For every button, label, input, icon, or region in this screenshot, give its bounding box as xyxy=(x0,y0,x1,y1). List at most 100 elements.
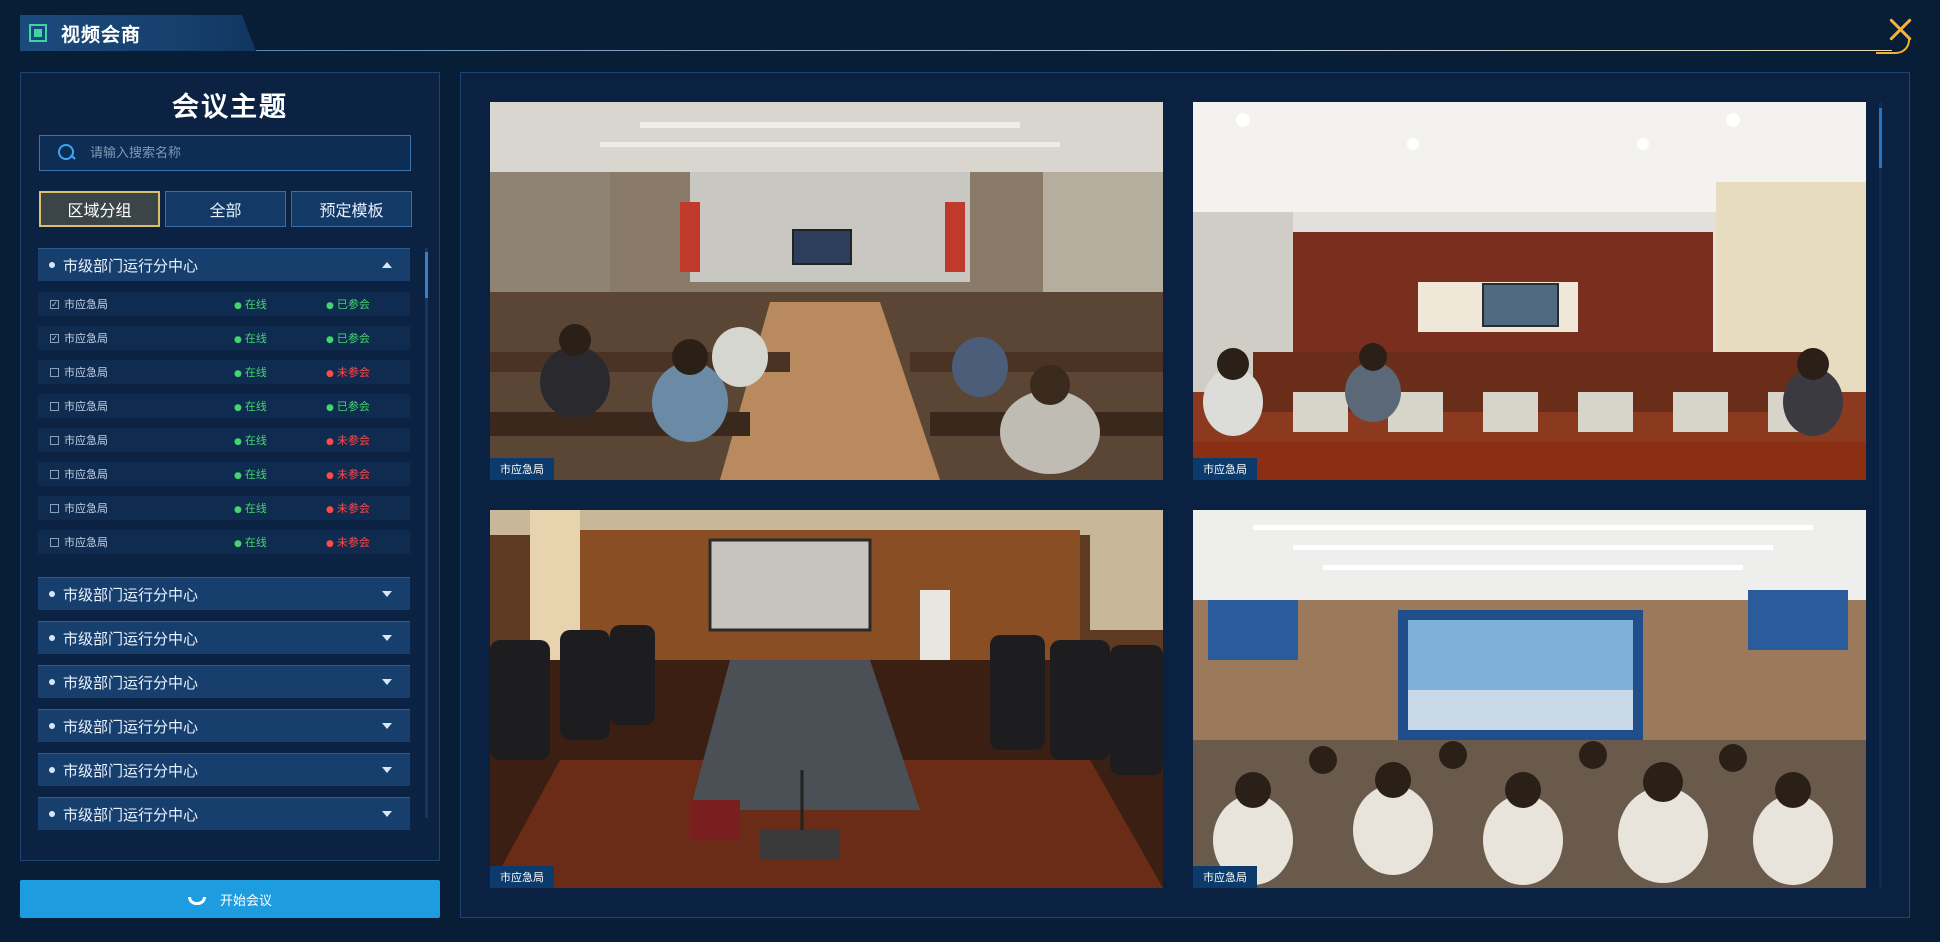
tab-all[interactable]: 全部 xyxy=(165,191,286,227)
member-name: 市应急局 xyxy=(64,502,108,515)
attendance-text: 已参会 xyxy=(336,298,370,311)
member-checkbox[interactable] xyxy=(50,537,59,547)
group-header[interactable]: 市级部门运行分中心 xyxy=(38,709,410,742)
member-row[interactable]: ✓ 市应急局 ● 在线 ● 已参会 xyxy=(38,292,410,316)
app-icon xyxy=(29,24,47,42)
member-row[interactable]: 市应急局 ● 在线 ● 未参会 xyxy=(38,428,410,452)
video-tile[interactable]: 市应急局 xyxy=(1193,102,1866,480)
attendance-status: ● 未参会 xyxy=(326,434,370,447)
search-box[interactable] xyxy=(39,135,411,171)
online-text: 在线 xyxy=(244,400,267,413)
member-checkbox[interactable] xyxy=(50,503,59,513)
chevron-up-icon[interactable] xyxy=(382,262,392,268)
bullet-icon xyxy=(49,635,55,641)
group-header[interactable]: 市级部门运行分中心 xyxy=(38,248,410,281)
member-row[interactable]: 市应急局 ● 在线 ● 未参会 xyxy=(38,462,410,486)
member-checkbox[interactable] xyxy=(50,469,59,479)
chevron-down-icon[interactable] xyxy=(382,767,392,773)
member-checkbox[interactable] xyxy=(50,401,59,411)
bullet-icon xyxy=(49,679,55,685)
attendance-text: 未参会 xyxy=(336,502,370,515)
bullet-icon xyxy=(49,262,55,268)
member-row[interactable]: 市应急局 ● 在线 ● 未参会 xyxy=(38,496,410,520)
online-text: 在线 xyxy=(244,298,267,311)
online-text: 在线 xyxy=(244,332,267,345)
video-label: 市应急局 xyxy=(1193,866,1257,888)
member-checkbox[interactable] xyxy=(50,367,59,377)
close-icon[interactable] xyxy=(1888,16,1914,42)
online-status: ● 在线 xyxy=(234,400,267,413)
group-header[interactable]: 市级部门运行分中心 xyxy=(38,797,410,830)
search-input[interactable] xyxy=(90,145,390,161)
chevron-down-icon[interactable] xyxy=(382,635,392,641)
video-tile[interactable]: 市应急局 xyxy=(1193,510,1866,888)
member-name: 市应急局 xyxy=(64,332,108,345)
group-name: 市级部门运行分中心 xyxy=(63,585,199,604)
video-tile[interactable]: 市应急局 xyxy=(490,102,1163,480)
group-name: 市级部门运行分中心 xyxy=(63,629,199,648)
online-status: ● 在线 xyxy=(234,298,267,311)
online-text: 在线 xyxy=(244,502,267,515)
online-text: 在线 xyxy=(244,468,267,481)
tree-scrollbar-thumb[interactable] xyxy=(425,252,428,298)
group-name: 市级部门运行分中心 xyxy=(63,673,199,692)
bullet-icon xyxy=(49,591,55,597)
bullet-icon xyxy=(49,811,55,817)
video-scrollbar-thumb[interactable] xyxy=(1879,108,1882,168)
start-meeting-label: 开始会议 xyxy=(219,893,272,909)
member-checkbox[interactable]: ✓ xyxy=(50,299,59,309)
member-row[interactable]: 市应急局 ● 在线 ● 未参会 xyxy=(38,530,410,554)
bullet-icon xyxy=(49,767,55,773)
online-text: 在线 xyxy=(244,536,267,549)
member-checkbox[interactable] xyxy=(50,435,59,445)
video-label: 市应急局 xyxy=(1193,458,1257,480)
group-header[interactable]: 市级部门运行分中心 xyxy=(38,577,410,610)
attendance-status: ● 已参会 xyxy=(326,400,370,413)
video-label: 市应急局 xyxy=(490,458,554,480)
member-checkbox[interactable]: ✓ xyxy=(50,333,59,343)
window-title-tab: 视频会商 xyxy=(20,15,256,51)
group-header[interactable]: 市级部门运行分中心 xyxy=(38,665,410,698)
tab-bar: 区域分组 全部 预定模板 xyxy=(39,191,412,227)
video-feed-image xyxy=(490,102,1163,480)
tree-scrollbar-track[interactable] xyxy=(425,248,428,818)
tab-region-group[interactable]: 区域分组 xyxy=(39,191,160,227)
member-row[interactable]: ✓ 市应急局 ● 在线 ● 已参会 xyxy=(38,326,410,350)
attendance-status: ● 未参会 xyxy=(326,468,370,481)
video-tile[interactable]: 市应急局 xyxy=(490,510,1163,888)
group-header[interactable]: 市级部门运行分中心 xyxy=(38,621,410,654)
group-tree: 市级部门运行分中心 ✓ 市应急局 ● 在线 ● 已参会 ✓ 市应急局 ● 在线 ● 已参会 市应急局 ● 在线… xyxy=(38,248,410,841)
attendance-text: 未参会 xyxy=(336,366,370,379)
online-status: ● 在线 xyxy=(234,366,267,379)
video-feed-image xyxy=(490,510,1163,888)
online-status: ● 在线 xyxy=(234,434,267,447)
attendance-status: ● 已参会 xyxy=(326,332,370,345)
attendance-status: ● 未参会 xyxy=(326,366,370,379)
online-status: ● 在线 xyxy=(234,536,267,549)
title-divider xyxy=(256,50,1892,51)
online-status: ● 在线 xyxy=(234,502,267,515)
attendance-status: ● 未参会 xyxy=(326,536,370,549)
attendance-status: ● 已参会 xyxy=(326,298,370,311)
video-label: 市应急局 xyxy=(490,866,554,888)
chevron-down-icon[interactable] xyxy=(382,811,392,817)
start-meeting-button[interactable]: 开始会议 xyxy=(20,880,440,918)
tab-preset-template[interactable]: 预定模板 xyxy=(291,191,412,227)
member-name: 市应急局 xyxy=(64,536,108,549)
member-name: 市应急局 xyxy=(64,366,108,379)
window-title: 视频会商 xyxy=(61,23,142,46)
search-icon[interactable] xyxy=(58,144,76,162)
video-scrollbar-track[interactable] xyxy=(1879,102,1882,887)
online-text: 在线 xyxy=(244,434,267,447)
group-header[interactable]: 市级部门运行分中心 xyxy=(38,753,410,786)
online-status: ● 在线 xyxy=(234,468,267,481)
member-row[interactable]: 市应急局 ● 在线 ● 未参会 xyxy=(38,360,410,384)
chevron-down-icon[interactable] xyxy=(382,591,392,597)
group-name: 市级部门运行分中心 xyxy=(63,256,199,275)
chevron-down-icon[interactable] xyxy=(382,723,392,729)
member-name: 市应急局 xyxy=(64,468,108,481)
phone-icon xyxy=(187,897,206,905)
chevron-down-icon[interactable] xyxy=(382,679,392,685)
member-row[interactable]: 市应急局 ● 在线 ● 已参会 xyxy=(38,394,410,418)
